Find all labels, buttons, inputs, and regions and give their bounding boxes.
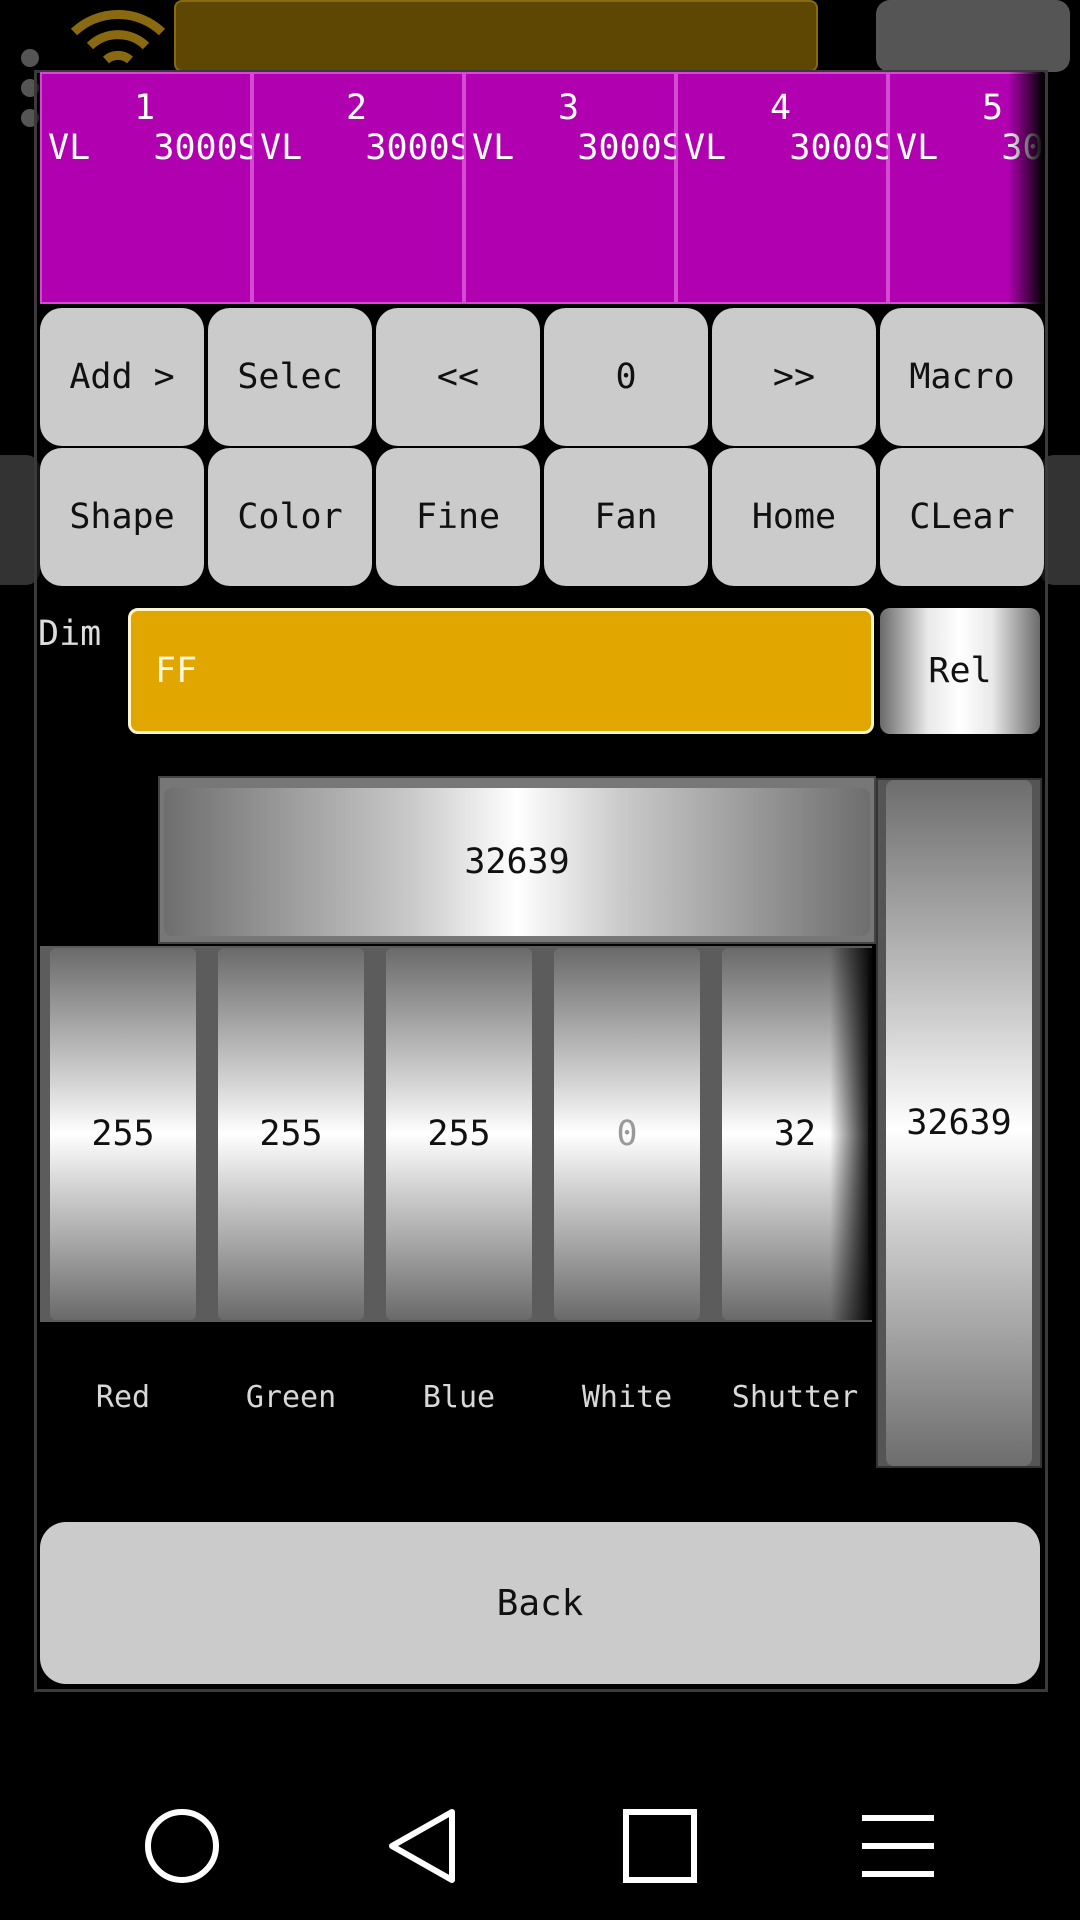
fixture-type: VL 3000S [472, 128, 683, 168]
dim-label: Dim [38, 614, 102, 654]
white-label: White [581, 1380, 673, 1415]
fan-button[interactable]: Fan [544, 448, 708, 586]
background-title-bar [174, 0, 818, 72]
macro-button[interactable]: Macro [880, 308, 1044, 446]
fine-button[interactable]: Fine [376, 448, 540, 586]
wifi-icon [70, 10, 166, 64]
fixture-selector-row: 1 VL 3000S 2 VL 3000S 3 VL 3000S 4 VL 30… [40, 72, 1044, 304]
fixture-number: 4 [770, 88, 792, 128]
release-button[interactable]: Rel [880, 608, 1040, 734]
fixture-tile-4[interactable]: 4 VL 3000S [676, 72, 895, 304]
clear-button[interactable]: CLear [880, 448, 1044, 586]
blue-label: Blue [422, 1380, 496, 1415]
home-circle-icon[interactable] [142, 1806, 222, 1886]
green-label: Green [245, 1380, 337, 1415]
menu-lines-icon[interactable] [858, 1806, 938, 1886]
fine-fader-handle[interactable]: 32639 [164, 788, 870, 936]
fixture-tile-1[interactable]: 1 VL 3000S [40, 72, 259, 304]
fader-panel-shade [830, 948, 874, 1320]
home-button[interactable]: Home [712, 448, 876, 586]
previous-button[interactable]: << [376, 308, 540, 446]
page-number-button[interactable]: 0 [544, 308, 708, 446]
back-triangle-icon[interactable] [384, 1806, 464, 1886]
dim-value-field[interactable]: FF [128, 608, 874, 734]
recents-square-icon[interactable] [620, 1806, 700, 1886]
red-label: Red [95, 1380, 151, 1415]
fixture-number: 1 [134, 88, 156, 128]
red-fader[interactable]: 255 [50, 948, 196, 1320]
white-fader[interactable]: 0 [554, 948, 700, 1320]
next-button[interactable]: >> [712, 308, 876, 446]
shutter-label: Shutter [731, 1380, 859, 1415]
fixture-tile-3[interactable]: 3 VL 3000S [464, 72, 683, 304]
fixture-type: VL 3000S [684, 128, 895, 168]
blue-fader[interactable]: 255 [386, 948, 532, 1320]
add-button[interactable]: Add > [40, 308, 204, 446]
fixture-tile-2[interactable]: 2 VL 3000S [252, 72, 471, 304]
toolbar-row-2: Shape Color Fine Fan Home CLear [40, 448, 1044, 586]
fixture-type: VL 3000S [48, 128, 259, 168]
fixture-row-fade [1008, 72, 1044, 304]
toolbar-row-1: Add > Selec << 0 >> Macro [40, 308, 1044, 446]
master-fader-handle[interactable]: 32639 [886, 780, 1032, 1466]
fixture-type: VL 3000S [260, 128, 471, 168]
fixture-number: 2 [346, 88, 368, 128]
master-fader-value: 32639 [906, 1103, 1012, 1143]
shape-button[interactable]: Shape [40, 448, 204, 586]
color-button[interactable]: Color [208, 448, 372, 586]
back-button[interactable]: Back [40, 1522, 1040, 1684]
select-button[interactable]: Selec [208, 308, 372, 446]
fine-fader-value: 32639 [464, 842, 570, 882]
background-corner-button [876, 0, 1070, 72]
fixture-number: 3 [558, 88, 580, 128]
green-fader[interactable]: 255 [218, 948, 364, 1320]
dim-value: FF [155, 651, 198, 691]
fixture-number: 5 [982, 88, 1004, 128]
